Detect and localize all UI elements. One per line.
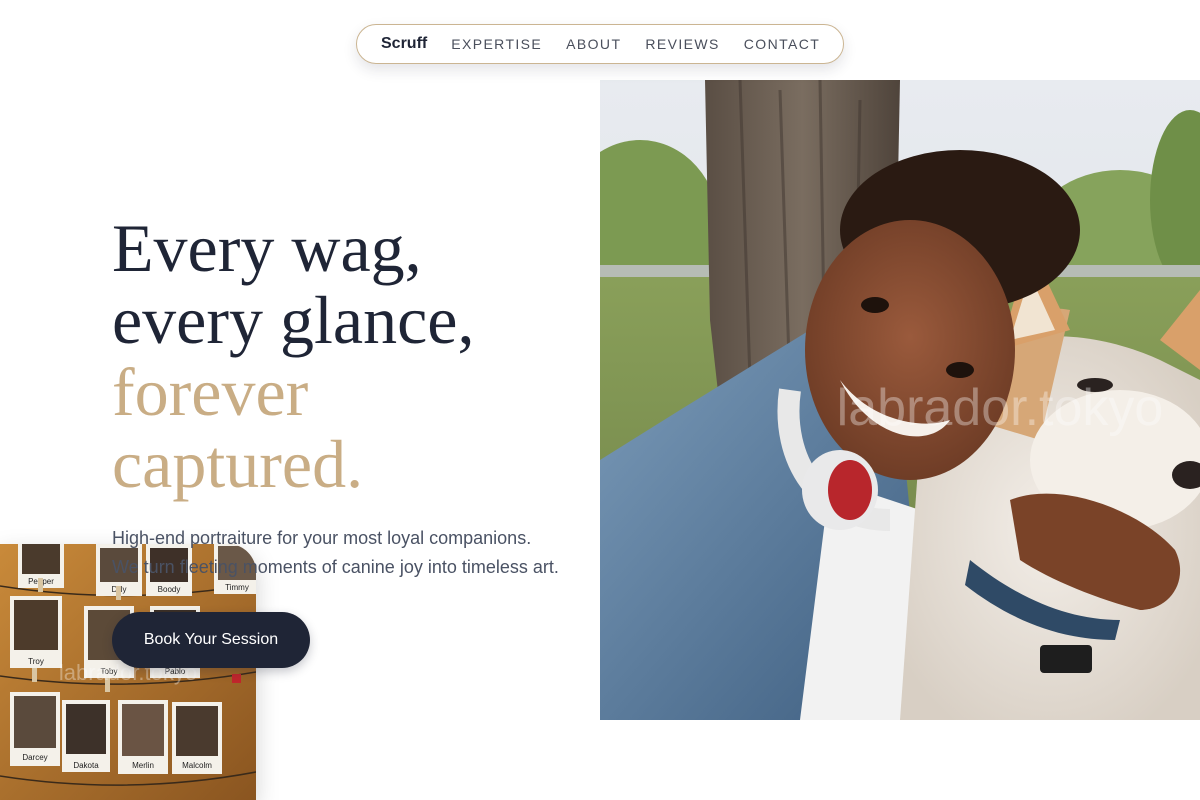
nav-link-expertise[interactable]: EXPERTISE xyxy=(451,36,542,52)
nav-link-reviews[interactable]: REVIEWS xyxy=(645,36,719,52)
hero-headline: Every wag, every glance, forever capture… xyxy=(112,212,582,500)
polaroid-wall-photo: Pepper Dilly Boody Timmy Troy Toby xyxy=(0,544,256,800)
polaroid-caption: Timmy xyxy=(225,583,249,592)
polaroid-caption: Dakota xyxy=(73,761,99,770)
polaroid-caption: Boody xyxy=(158,585,181,594)
nav-link-about[interactable]: ABOUT xyxy=(566,36,621,52)
polaroid-caption: Darcey xyxy=(22,753,47,762)
subtext-line: We turn fleeting moments of canine joy i… xyxy=(112,557,559,577)
brand-logo[interactable]: Scruff xyxy=(381,35,427,53)
subtext-line: High-end portraiture for your most loyal… xyxy=(112,528,532,548)
polaroid-caption: Merlin xyxy=(132,761,154,770)
headline-line: every glance, xyxy=(112,282,475,358)
headline-accent-line: forever xyxy=(112,354,309,430)
headline-accent-line: captured. xyxy=(112,426,364,502)
nav-link-contact[interactable]: CONTACT xyxy=(744,36,820,52)
hero-photo-woman-with-shiba: labrador.tokyo xyxy=(600,80,1200,720)
polaroid-caption: Malcolm xyxy=(182,761,212,770)
headline-line: Every wag, xyxy=(112,210,422,286)
main-photo-watermark: labrador.tokyo xyxy=(837,379,1164,437)
book-session-button[interactable]: Book Your Session xyxy=(112,612,310,668)
polaroid-caption: Troy xyxy=(28,657,44,666)
top-nav: Scruff EXPERTISE ABOUT REVIEWS CONTACT xyxy=(356,24,844,64)
hero-subtext: High-end portraiture for your most loyal… xyxy=(112,524,582,582)
